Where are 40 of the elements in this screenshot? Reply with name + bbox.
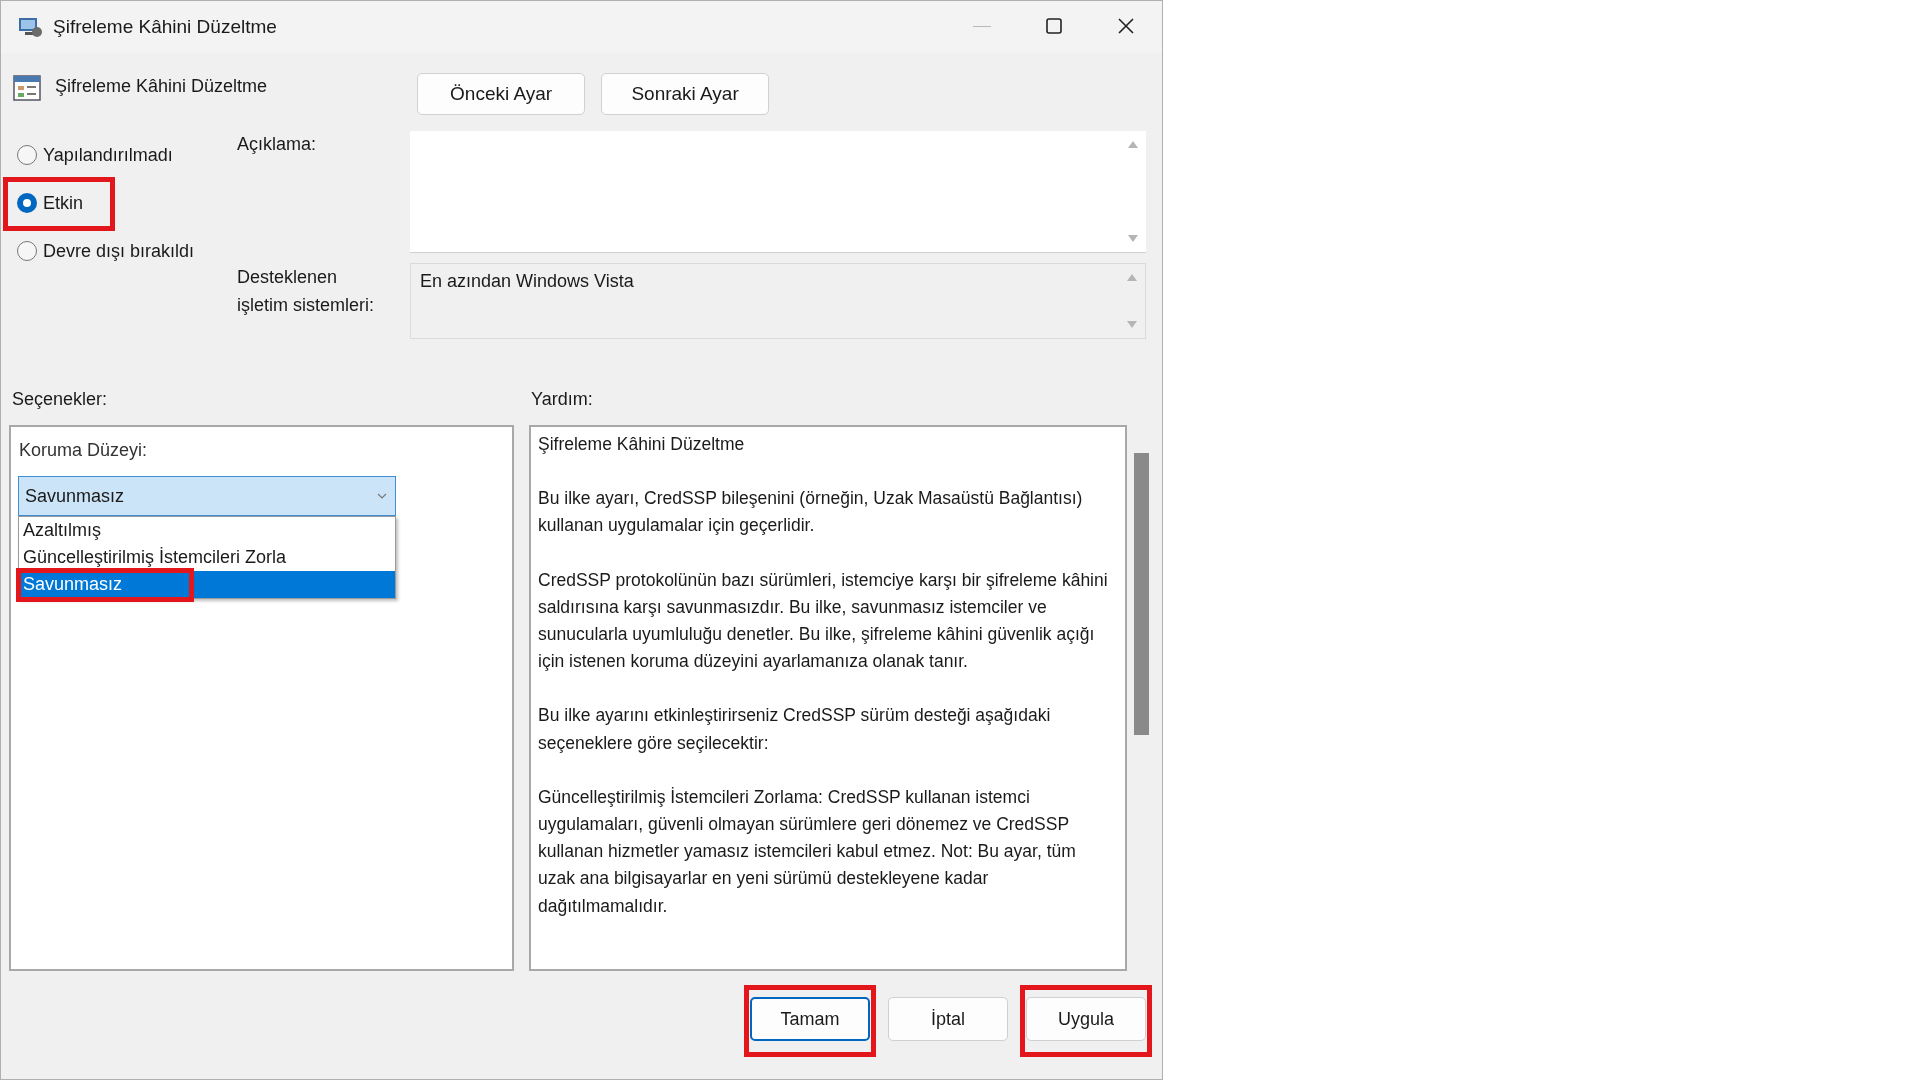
radio-label[interactable]: Devre dışı bırakıldı [43,237,195,265]
radio-label[interactable]: Etkin [43,189,84,217]
nav-button[interactable]: Önceki Ayar [417,73,586,115]
radio-button[interactable] [17,241,37,261]
dropdown[interactable]: Savunmasız [18,476,396,516]
dropdown-option[interactable]: Güncelleştirilmiş İstemcileri Zorla [19,544,395,571]
scroll-up-icon[interactable] [1127,274,1137,281]
supported-os-text: En azından Windows Vista [419,270,635,293]
nav-button[interactable]: Sonraki Ayar [601,73,770,115]
help-label: Yardım: [531,387,593,411]
radio-button[interactable] [17,193,37,213]
dropdown-option[interactable]: Azaltılmış [19,517,395,544]
scroll-down-icon[interactable] [1128,235,1138,242]
maximize-icon[interactable] [1046,18,1062,34]
scrollbar-thumb[interactable] [1134,453,1149,735]
scroll-up-icon[interactable] [1128,141,1138,148]
radio-label[interactable]: Yapılandırılmadı [43,141,173,169]
radio-button[interactable] [17,145,37,165]
help-paragraph: Şifreleme Kâhini Düzeltme [538,433,746,456]
scroll-down-icon[interactable] [1127,321,1137,328]
options-label: Seçenekler: [11,387,109,411]
setting-title: Şifreleme Kâhini Düzeltme [55,75,268,98]
close-icon[interactable] [1118,18,1134,34]
dropdown-option[interactable]: Savunmasız [19,571,395,598]
chevron-down-icon [377,493,387,499]
comment-field[interactable] [410,131,1146,253]
help-paragraph: Güncelleştirilmiş İstemcileri Zorlama: CredSSP kullanan istemci uygulamaları, güvenli olmayan sürümlere geri dönemez ve CredSSP kullanan hizmetler yamasız istemcileri kabul etmez. Not: Bu ayar, tüm uzak ana bilgisayarlar en yeni sürümü destekleyene kadar dağıtılmamalıdır. [538,785,1077,918]
comment-label: Açıklama: [237,133,318,156]
window-title: Şifreleme Kâhini Düzeltme [53,14,277,39]
dialog-button[interactable]: İptal [888,997,1008,1041]
help-paragraph: Bu ilke ayarı, CredSSP bileşenini (örneğin, Uzak Masaüstü Bağlantısı) kullanan uygulamalar için geçerlidir. [538,487,1084,538]
policy-icon [13,75,41,101]
supported-os-label: Desteklenen işletim sistemleri: [237,266,375,317]
dialog-button[interactable]: Tamam [750,997,870,1041]
app-icon [17,15,43,39]
field-label: Koruma Düzeyi: [18,439,149,462]
help-paragraph: Bu ilke ayarını etkinleştirirseniz CredSSP sürüm desteği aşağıdaki seçeneklere göre seçilecektir: [538,704,1052,755]
minimize-icon[interactable] [973,26,991,28]
help-paragraph: CredSSP protokolünün bazı sürümleri, istemciye karşı bir şifreleme kâhini saldırısına karşı savunmasızdır. Bu ilke, savunmasız istemciler ve sunucularla uyumluluğu denetler. Bu ilke, şifreleme kâhini güvenlik açığı için istenen koruma düzeyini ayarlamanıza olanak tanır. [538,568,1109,674]
dialog-button[interactable]: Uygula [1026,997,1146,1041]
